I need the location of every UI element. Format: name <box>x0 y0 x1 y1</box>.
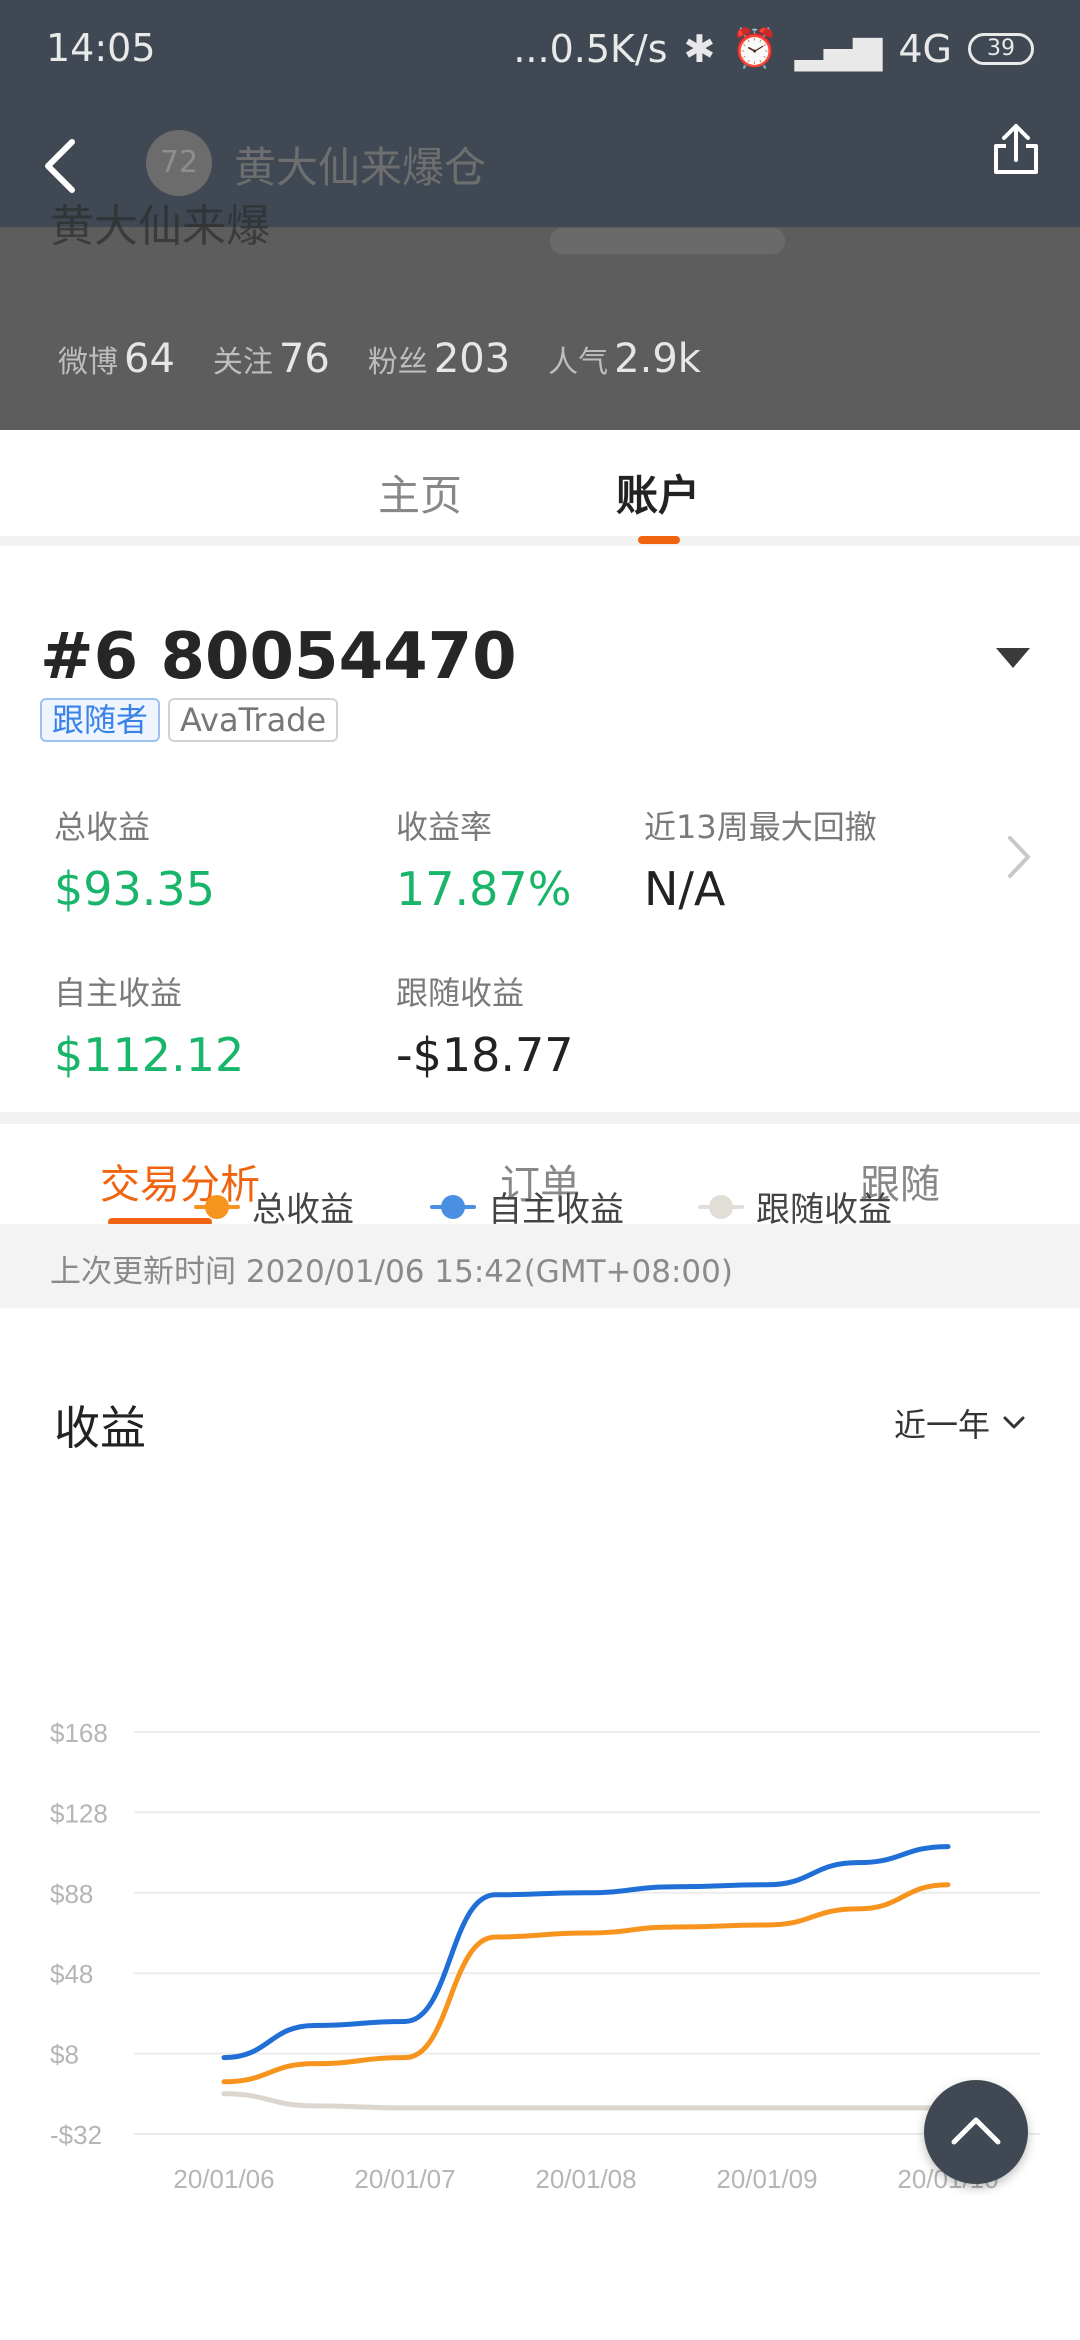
broker-badge: AvaTrade <box>168 698 339 742</box>
metric-value: -$18.77 <box>396 1028 574 1082</box>
navbar-title: 黄大仙来爆仓 <box>234 143 487 192</box>
stat-value: 64 <box>124 336 175 382</box>
tab-indicator <box>638 536 680 544</box>
battery-icon: 39 <box>968 32 1034 65</box>
legend-label: 总收益 <box>252 1190 354 1230</box>
back-icon[interactable] <box>36 136 86 196</box>
metric-return-rate: 收益率 17.87% <box>396 802 571 916</box>
y-tick-label: $88 <box>50 1879 93 1909</box>
metric-label: 总收益 <box>54 808 151 846</box>
chevron-up-icon <box>951 2117 1001 2145</box>
account-dropdown-icon[interactable] <box>996 648 1030 668</box>
bluetooth-icon: ✱ <box>683 26 716 71</box>
legend-swatch <box>430 1194 476 1220</box>
y-tick-label: $8 <box>50 2040 79 2070</box>
avatar[interactable]: 72 <box>146 130 212 196</box>
update-time-text: 上次更新时间 2020/01/06 15:42(GMT+08:00) <box>50 1254 733 1290</box>
stat-weibo[interactable]: 微博 64 <box>58 336 175 382</box>
chevron-right-icon[interactable] <box>1004 832 1034 882</box>
y-tick-label: $128 <box>50 1798 108 1828</box>
stat-label: 人气 <box>548 345 609 380</box>
stat-following[interactable]: 关注 76 <box>213 336 330 382</box>
series-line-2 <box>221 1844 951 2061</box>
network-type: 4G <box>898 26 952 71</box>
x-tick-label: 20/01/08 <box>535 2164 636 2194</box>
metric-max-drawdown: 近13周最大回撤 N/A <box>644 802 877 916</box>
x-tick-label: 20/01/09 <box>716 2164 817 2194</box>
legend-label: 自主收益 <box>488 1190 624 1230</box>
series-line-1 <box>221 1882 951 2085</box>
metric-value: $112.12 <box>54 1028 245 1082</box>
legend-swatch <box>698 1194 744 1220</box>
metric-value: N/A <box>644 862 726 916</box>
x-tick-label: 20/01/06 <box>173 2164 274 2194</box>
y-tick-label: -$32 <box>50 2120 102 2150</box>
series-line-3 <box>221 2091 951 2111</box>
y-tick-label: $48 <box>50 1959 93 1989</box>
update-time-bar: 上次更新时间 2020/01/06 15:42(GMT+08:00) <box>0 1224 1080 1308</box>
stat-label: 关注 <box>212 345 273 380</box>
profile-stats: 微博 64 关注 76 粉丝 203 人气 2.9k <box>58 336 701 382</box>
metric-value: $93.35 <box>54 862 215 916</box>
profile-header: 14:05 ...0.5K/s ✱ ⏰ ▂▄▆ 4G 39 72 黄大仙来爆仓 … <box>0 0 1080 430</box>
role-badge: 跟随者 <box>40 698 161 742</box>
profit-chart-card: 收益 近一年 $168 $128 $88 $48 $8 -$32 20/01/06 20/01… <box>0 1308 1080 2340</box>
account-title: #6 80054470 <box>40 620 517 694</box>
legend-item-total[interactable]: 总收益 <box>194 1182 354 1231</box>
legend-label: 跟随收益 <box>756 1190 892 1230</box>
stat-fans[interactable]: 粉丝 203 <box>368 336 510 382</box>
legend-item-own[interactable]: 自主收益 <box>430 1182 624 1231</box>
stat-label: 微博 <box>58 345 118 380</box>
network-speed: ...0.5K/s <box>513 26 668 71</box>
metric-total-profit: 总收益 $93.35 <box>54 802 215 916</box>
metric-label: 近13周最大回撤 <box>644 808 877 846</box>
metric-own-profit: 自主收益 $112.12 <box>54 968 244 1082</box>
y-tick-label: $168 <box>50 1718 108 1748</box>
legend-swatch <box>194 1194 240 1220</box>
section-divider <box>0 1112 1080 1124</box>
metric-follow-profit: 跟随收益 -$18.77 <box>396 968 574 1082</box>
stat-label: 粉丝 <box>367 345 428 380</box>
legend-item-follow[interactable]: 跟随收益 <box>698 1182 892 1231</box>
tab-account[interactable]: 账户 <box>616 462 700 523</box>
profile-name-faded: 黄大仙来爆 <box>50 201 270 252</box>
profile-tabs: 主页 账户 <box>0 430 1080 546</box>
status-icons: ...0.5K/s ✱ ⏰ ▂▄▆ 4G 39 <box>513 26 1034 71</box>
metric-label: 自主收益 <box>54 974 183 1012</box>
tab-home[interactable]: 主页 <box>378 462 462 523</box>
stat-popularity: 人气 2.9k <box>548 336 701 382</box>
alarm-icon: ⏰ <box>731 26 779 70</box>
share-icon[interactable] <box>988 110 1044 180</box>
signal-icon: ▂▄▆ <box>794 26 883 71</box>
metric-value: 17.87% <box>396 862 572 916</box>
x-tick-label: 20/01/07 <box>354 2164 455 2194</box>
profile-meta-faded <box>550 228 785 254</box>
status-bar: 14:05 ...0.5K/s ✱ ⏰ ▂▄▆ 4G 39 <box>0 0 1080 100</box>
metric-label: 收益率 <box>396 808 493 846</box>
account-card: #6 80054470 跟随者 AvaTrade 总收益 $93.35 收益率 … <box>0 556 1080 1112</box>
stat-value: 2.9k <box>614 336 701 382</box>
profit-line-chart: $168 $128 $88 $48 $8 -$32 20/01/06 20/01/07 20/0… <box>50 1718 1040 2194</box>
status-time: 14:05 <box>46 26 156 70</box>
stat-value: 76 <box>278 336 330 382</box>
scroll-top-button[interactable] <box>924 2080 1028 2184</box>
metric-label: 跟随收益 <box>396 974 525 1012</box>
stat-value: 203 <box>433 336 511 382</box>
